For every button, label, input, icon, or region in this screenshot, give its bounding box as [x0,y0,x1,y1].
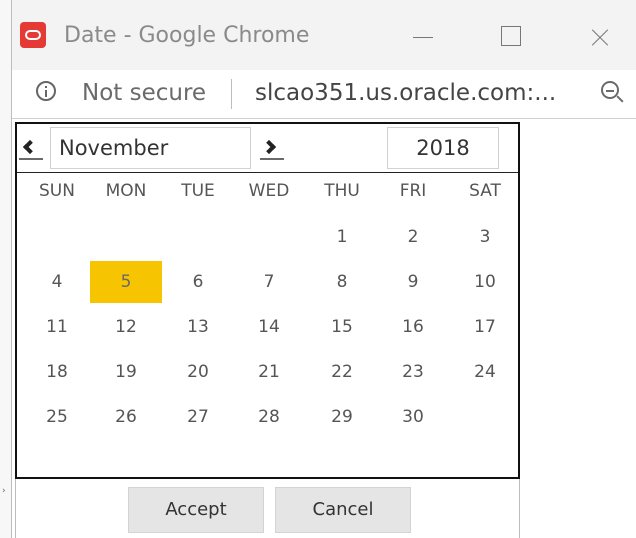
calendar-day[interactable]: 28 [233,396,305,438]
zoom-icon[interactable] [601,81,619,99]
title-bar: Date - Google Chrome [12,0,636,70]
chevron-right-icon[interactable] [260,135,284,163]
calendar-day[interactable]: 1 [306,216,378,258]
calendar-day[interactable]: 21 [233,351,305,393]
calendar-day[interactable]: 23 [377,351,449,393]
minimize-button[interactable] [402,18,446,56]
security-status[interactable]: Not secure [82,79,206,107]
cancel-button[interactable]: Cancel [275,487,411,533]
date-picker-panel: November 2018 SUN MON TUE WED THU FRI SA… [15,122,520,479]
calendar-day [233,216,305,258]
oracle-app-icon [20,22,46,48]
calendar-day[interactable]: 7 [233,261,305,303]
weekday-row: SUN MON TUE WED THU FRI SAT [17,176,518,206]
address-bar[interactable]: Not secure slcao351.us.oracle.com:... [12,70,636,119]
calendar-day [449,396,521,438]
close-button[interactable] [578,18,622,56]
calendar-day[interactable]: 14 [233,306,305,348]
calendar-day[interactable]: 4 [21,261,93,303]
weekday-mon: MON [105,181,147,201]
selected-day[interactable]: 5 [90,261,162,303]
weekday-sat: SAT [469,181,501,201]
weekday-sun: SUN [39,181,75,201]
calendar-day[interactable]: 29 [306,396,378,438]
calendar-day[interactable]: 30 [377,396,449,438]
background-edge-mark: › [2,486,6,496]
calendar-day [90,216,162,258]
calendar-day[interactable]: 15 [306,306,378,348]
chevron-left-icon[interactable] [19,135,43,163]
month-select[interactable]: November [50,127,251,169]
weekday-wed: WED [248,181,290,201]
calendar-day[interactable]: 20 [162,351,234,393]
calendar-day[interactable]: 27 [162,396,234,438]
page: › Date - Google Chrome Not secure slcao3… [0,0,636,538]
weekday-tue: TUE [181,181,215,201]
calendar-day[interactable]: 18 [21,351,93,393]
calendar-day[interactable]: 22 [306,351,378,393]
dialog-footer: Accept Cancel [15,479,520,538]
year-input[interactable]: 2018 [387,127,499,169]
calendar-day[interactable]: 26 [90,396,162,438]
calendar-day[interactable]: 10 [449,261,521,303]
calendar-day[interactable]: 13 [162,306,234,348]
calendar-day[interactable]: 6 [162,261,234,303]
calendar-day[interactable]: 8 [306,261,378,303]
maximize-button[interactable] [490,18,534,56]
accept-button[interactable]: Accept [128,487,264,533]
calendar-header: November 2018 [17,124,518,173]
calendar-day[interactable]: 2 [377,216,449,258]
days-grid: 1 2 3 4 5 6 7 8 9 10 11 12 13 14 15 16 1… [17,216,518,441]
calendar-day[interactable]: 3 [449,216,521,258]
weekday-fri: FRI [399,181,427,201]
weekday-thu: THU [324,181,360,201]
calendar-day[interactable]: 16 [377,306,449,348]
calendar-day[interactable]: 25 [21,396,93,438]
calendar-day[interactable]: 9 [377,261,449,303]
window-title: Date - Google Chrome [64,23,310,48]
calendar-day[interactable]: 12 [90,306,162,348]
browser-window: Date - Google Chrome Not secure slcao351… [11,0,636,538]
info-icon[interactable] [36,81,56,101]
calendar-day [21,216,93,258]
calendar-day[interactable]: 17 [449,306,521,348]
calendar-day [162,216,234,258]
page-url[interactable]: slcao351.us.oracle.com:... [255,79,556,107]
calendar-day[interactable]: 19 [90,351,162,393]
address-separator [231,79,232,109]
calendar-day[interactable]: 24 [449,351,521,393]
calendar-day[interactable]: 11 [21,306,93,348]
